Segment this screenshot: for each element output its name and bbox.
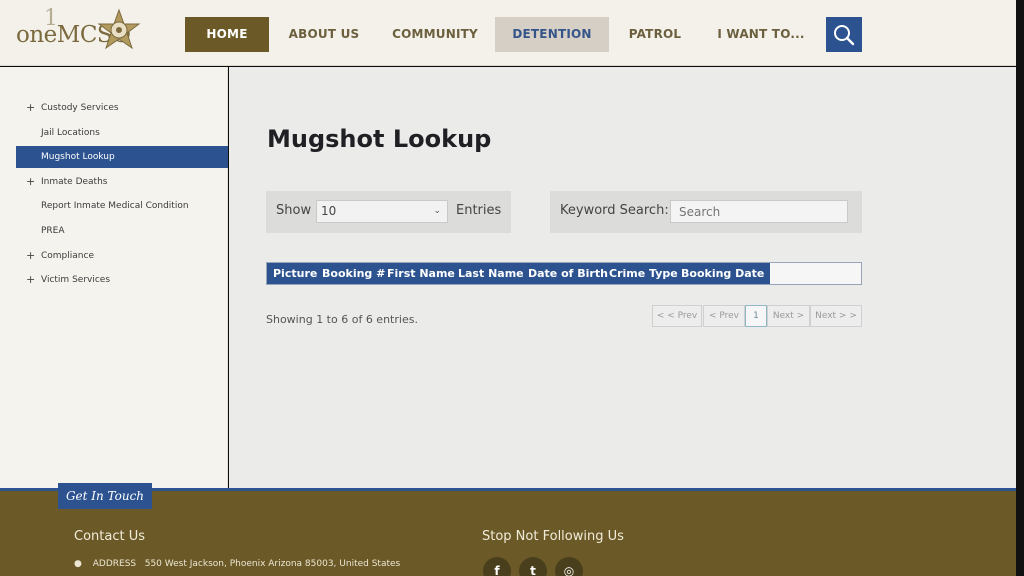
sidebar-item-label: Victim Services	[41, 275, 111, 285]
sidebar-item-victim-services[interactable]: + Victim Services	[16, 269, 228, 291]
sidebar-item-inmate-deaths[interactable]: + Inmate Deaths	[16, 171, 228, 193]
column-header-booking-number[interactable]: Booking #	[322, 263, 385, 284]
first-page-button[interactable]: < < Prev	[652, 305, 702, 327]
page-title: Mugshot Lookup	[267, 125, 492, 153]
nav-home[interactable]: HOME	[185, 17, 269, 52]
table-header: Picture Booking # First Name Last Name D…	[267, 263, 770, 284]
sheriff-star-icon	[97, 8, 141, 50]
sidebar-item-custody-services[interactable]: + Custody Services	[16, 97, 228, 119]
get-in-touch-tab[interactable]: Get In Touch	[58, 483, 152, 509]
expand-plus-icon[interactable]: +	[26, 171, 35, 193]
expand-plus-icon[interactable]: +	[26, 245, 35, 267]
site-footer: Get In Touch Contact Us ● ADDRESS 550 We…	[0, 483, 1016, 576]
show-label: Show	[276, 203, 312, 218]
sidebar-item-label: Mugshot Lookup	[41, 152, 115, 162]
last-page-button[interactable]: Next > >	[810, 305, 862, 327]
sidebar-item-jail-locations[interactable]: Jail Locations	[16, 122, 228, 144]
entries-count-text: Showing 1 to 6 of 6 entries.	[266, 313, 418, 326]
nav-patrol[interactable]: PATROL	[615, 17, 695, 52]
page-1-button[interactable]: 1	[745, 305, 767, 327]
sidebar-item-label: Custody Services	[41, 103, 119, 113]
mugshot-table: Picture Booking # First Name Last Name D…	[266, 262, 862, 285]
facebook-icon[interactable]: f	[483, 557, 511, 576]
keyword-search-label: Keyword Search:	[560, 203, 669, 218]
keyword-search-input[interactable]	[670, 200, 848, 223]
address-label: ADDRESS	[92, 559, 137, 569]
select-value: 10	[321, 204, 337, 218]
sidebar-item-label: Compliance	[41, 251, 94, 261]
detention-sidebar: + Custody Services Jail Locations Mugsho…	[0, 67, 228, 488]
sidebar-item-label: Report Inmate Medical Condition	[41, 201, 189, 211]
next-page-button[interactable]: Next >	[767, 305, 810, 327]
keyword-search-box: Keyword Search:	[550, 191, 862, 233]
nav-about-us[interactable]: ABOUT US	[279, 17, 369, 52]
chevron-down-icon: ⌄	[433, 206, 441, 216]
column-header-date-of-birth[interactable]: Date of Birth	[528, 263, 608, 284]
main-content: Mugshot Lookup Show 10 ⌄ Entries Keyword…	[229, 67, 1016, 488]
twitter-icon[interactable]: t	[519, 557, 547, 576]
address-line: ● ADDRESS 550 West Jackson, Phoenix Ariz…	[74, 559, 400, 569]
sidebar-item-label: Inmate Deaths	[41, 177, 108, 187]
nav-i-want-to[interactable]: I WANT TO...	[705, 17, 817, 52]
sidebar-item-label: PREA	[41, 226, 65, 236]
window-edge	[1016, 0, 1024, 576]
nav-community[interactable]: COMMUNITY	[381, 17, 489, 52]
expand-plus-icon[interactable]: +	[26, 269, 35, 291]
column-header-crime-type[interactable]: Crime Type	[609, 263, 678, 284]
column-header-picture[interactable]: Picture	[273, 263, 317, 284]
prev-page-button[interactable]: < Prev	[703, 305, 745, 327]
entries-label: Entries	[456, 203, 502, 218]
instagram-icon[interactable]: ◎	[555, 557, 583, 576]
column-header-last-name[interactable]: Last Name	[458, 263, 524, 284]
column-header-booking-date[interactable]: Booking Date	[681, 263, 764, 284]
follow-us-heading: Stop Not Following Us	[482, 529, 624, 544]
map-pin-icon: ●	[74, 559, 82, 569]
sidebar-item-mugshot-lookup[interactable]: Mugshot Lookup	[16, 146, 228, 168]
nav-detention[interactable]: DETENTION	[495, 17, 609, 52]
site-header: 1 oneMCSO HOME ABOUT US COMMUNITY DETENT…	[0, 0, 1016, 66]
column-header-first-name[interactable]: First Name	[387, 263, 455, 284]
search-icon	[834, 25, 855, 46]
site-logo[interactable]: 1 oneMCSO	[14, 6, 144, 60]
contact-us-heading: Contact Us	[74, 529, 145, 544]
sidebar-item-compliance[interactable]: + Compliance	[16, 245, 228, 267]
sidebar-item-label: Jail Locations	[41, 128, 100, 138]
sidebar-item-report-inmate-medical-condition[interactable]: Report Inmate Medical Condition	[16, 195, 228, 217]
search-button[interactable]	[826, 17, 862, 52]
show-entries-box: Show 10 ⌄ Entries	[266, 191, 511, 233]
address-value: 550 West Jackson, Phoenix Arizona 85003,…	[144, 559, 401, 569]
entries-per-page-select[interactable]: 10 ⌄	[316, 200, 448, 223]
sidebar-item-prea[interactable]: PREA	[16, 220, 228, 242]
expand-plus-icon[interactable]: +	[26, 97, 35, 119]
